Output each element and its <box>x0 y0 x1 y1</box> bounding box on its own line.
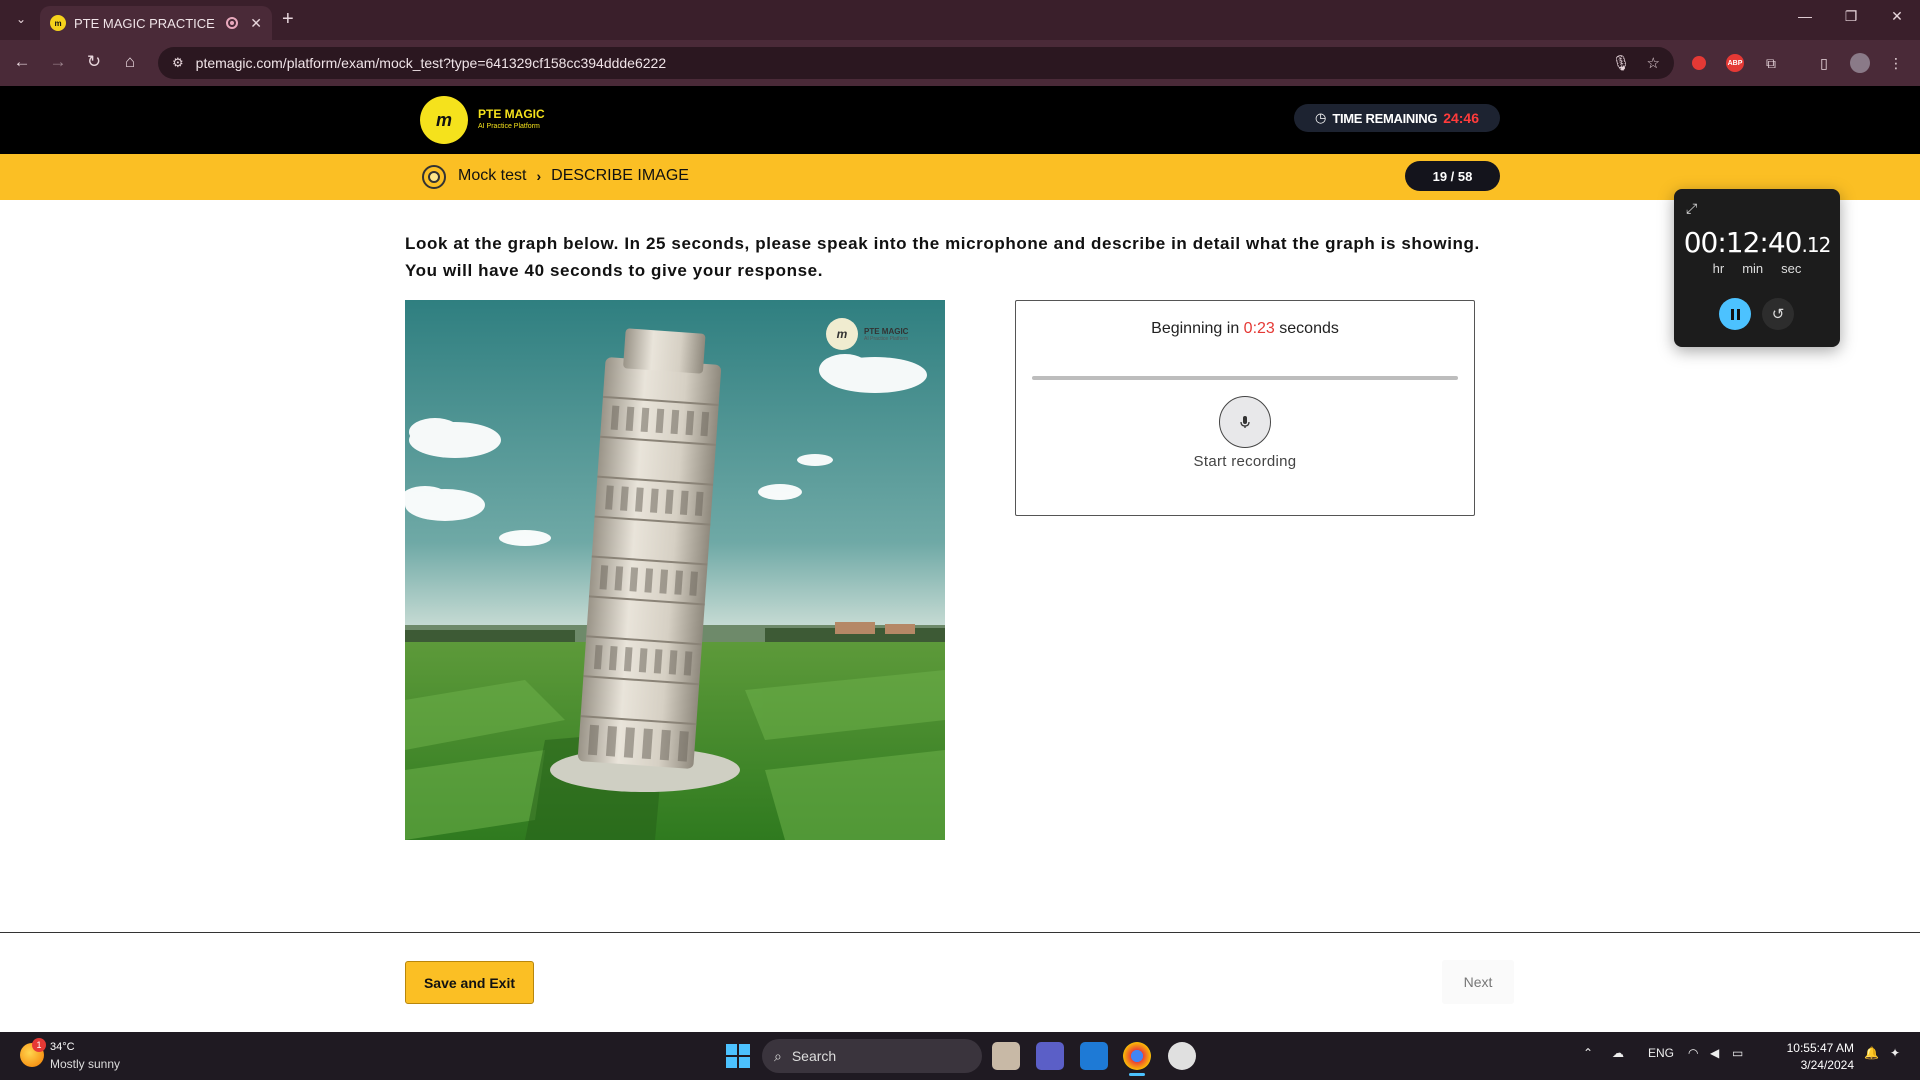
brand-logo-icon[interactable]: m <box>420 96 468 144</box>
stopwatch-time: 00:12:40.12 <box>1683 226 1832 259</box>
chrome-icon[interactable] <box>1123 1042 1151 1070</box>
tab-title: PTE MAGIC PRACTICE <box>74 15 215 31</box>
browser-menu-icon[interactable]: ⋮ <box>1885 52 1907 74</box>
watermark-tagline: AI Practice Platform <box>864 335 909 342</box>
adblock-extension-icon[interactable]: ABP <box>1724 52 1746 74</box>
new-tab-button[interactable]: + <box>282 8 294 31</box>
taskbar-search[interactable]: ⌕ Search <box>762 1039 982 1073</box>
recording-progress-bar <box>1032 376 1458 380</box>
breadcrumb-parent[interactable]: Mock test <box>458 167 526 185</box>
breadcrumb-current: DESCRIBE IMAGE <box>551 167 689 184</box>
battery-icon[interactable]: ▭ <box>1732 1046 1743 1060</box>
extension-red-icon[interactable] <box>1688 52 1710 74</box>
target-icon <box>422 165 446 189</box>
file-explorer-icon[interactable] <box>992 1042 1020 1070</box>
question-instructions: Look at the graph below. In 25 seconds, … <box>405 234 1480 280</box>
stopwatch-seconds: 40 <box>1767 226 1803 259</box>
input-language[interactable]: ENG <box>1648 1046 1674 1060</box>
recorder-status: Beginning in 0:23 seconds <box>1015 320 1475 338</box>
show-hidden-icons-icon[interactable]: ⌃ <box>1583 1046 1593 1060</box>
weather-temperature[interactable]: 34°C <box>50 1041 75 1053</box>
breadcrumb-bar <box>0 154 1920 200</box>
time-remaining-badge: ◷ TIME REMAINING 24:46 <box>1294 104 1500 132</box>
vscode-icon[interactable] <box>1080 1042 1108 1070</box>
teams-icon[interactable] <box>1036 1042 1064 1070</box>
browser-tab[interactable]: m PTE MAGIC PRACTICE ✕ <box>40 6 272 40</box>
url-text[interactable]: ptemagic.com/platform/exam/mock_test?typ… <box>196 55 1596 71</box>
reset-icon[interactable]: ↺ <box>1762 298 1794 330</box>
watermark-logo-icon: m <box>826 318 858 350</box>
volume-icon[interactable]: ◀ <box>1710 1046 1719 1060</box>
taskbar-clock-time[interactable]: 10:55:47 AM <box>1754 1041 1854 1055</box>
tab-close-icon[interactable]: ✕ <box>250 15 262 32</box>
recorder-countdown: 0:23 <box>1243 320 1275 337</box>
search-icon: ⌕ <box>774 1047 782 1064</box>
clock-app-icon[interactable] <box>1168 1042 1196 1070</box>
question-image <box>405 300 945 840</box>
bookmark-star-icon[interactable]: ☆ <box>1647 54 1660 72</box>
notification-bell-icon[interactable]: 🔔 <box>1864 1046 1879 1060</box>
brand-text: PTE MAGIC AI Practice Platform <box>478 107 545 130</box>
copilot-icon[interactable]: ✦ <box>1890 1046 1900 1060</box>
recorder-status-suffix: seconds <box>1279 320 1339 337</box>
stopwatch-hundredths: 12 <box>1806 233 1831 257</box>
taskbar-search-label: Search <box>791 1048 837 1064</box>
image-watermark: m PTE MAGIC AI Practice Platform <box>826 318 908 350</box>
tab-list-chevron-icon[interactable]: ⌄ <box>10 8 32 30</box>
profile-avatar-icon[interactable] <box>1849 52 1871 74</box>
brand-name: PTE MAGIC <box>478 107 545 121</box>
breadcrumb: Mock test › DESCRIBE IMAGE <box>458 167 689 185</box>
back-arrow-icon[interactable]: ← <box>10 52 34 72</box>
next-button[interactable]: Next <box>1442 960 1514 1004</box>
forward-arrow-icon[interactable]: → <box>46 52 70 72</box>
home-icon[interactable]: ⌂ <box>118 52 142 72</box>
save-and-exit-button[interactable]: Save and Exit <box>405 961 534 1004</box>
brand-tagline: AI Practice Platform <box>478 123 540 130</box>
wifi-icon[interactable]: ◠ <box>1688 1046 1698 1060</box>
expand-icon[interactable]: ⤢ <box>1686 200 1697 217</box>
onedrive-cloud-icon[interactable]: ☁ <box>1612 1046 1624 1060</box>
time-remaining-label: TIME REMAINING <box>1332 110 1438 126</box>
site-info-icon[interactable]: ⚙ <box>172 55 184 71</box>
active-app-indicator <box>1129 1073 1145 1076</box>
microphone-button[interactable] <box>1219 396 1271 448</box>
site-header <box>0 86 1920 154</box>
pause-icon[interactable] <box>1719 298 1751 330</box>
unit-hr: hr <box>1712 261 1725 276</box>
watermark-name: PTE MAGIC <box>864 326 909 336</box>
weather-description[interactable]: Mostly sunny <box>50 1057 120 1071</box>
reload-icon[interactable]: ↻ <box>82 52 106 72</box>
time-remaining-value: 24:46 <box>1443 110 1479 126</box>
tab-recording-icon <box>226 17 239 29</box>
stopwatch-hours: 00 <box>1683 226 1719 259</box>
taskbar-clock-date[interactable]: 3/24/2024 <box>1754 1058 1854 1072</box>
microphone-icon <box>1240 416 1250 428</box>
window-close-icon[interactable]: ✕ <box>1874 8 1920 25</box>
restore-icon[interactable]: ❐ <box>1828 8 1874 25</box>
stopwatch-minutes: 12 <box>1725 226 1761 259</box>
leaning-tower-illustration <box>405 300 945 840</box>
footer-divider <box>0 932 1920 933</box>
extensions-puzzle-icon[interactable]: ⧉ <box>1760 52 1782 74</box>
breadcrumb-chevron-icon: › <box>536 168 542 184</box>
windows-start-icon[interactable] <box>726 1044 750 1068</box>
unit-min: min <box>1742 261 1764 276</box>
minimize-icon[interactable]: — <box>1782 8 1828 24</box>
side-panel-icon[interactable]: ▯ <box>1813 52 1835 74</box>
stopwatch-units: hr min sec <box>1674 261 1840 276</box>
unit-sec: sec <box>1781 261 1802 276</box>
tab-favicon-icon: m <box>50 15 66 31</box>
recorder-status-prefix: Beginning in <box>1151 320 1240 337</box>
weather-badge: 1 <box>32 1038 46 1052</box>
microphone-icon[interactable]: 🎙 <box>1612 54 1631 72</box>
clock-icon: ◷ <box>1314 110 1327 125</box>
address-bar[interactable]: ⚙ ptemagic.com/platform/exam/mock_test?t… <box>158 47 1674 79</box>
question-progress-badge: 19 / 58 <box>1405 161 1500 191</box>
start-recording-label: Start recording <box>1193 453 1297 470</box>
